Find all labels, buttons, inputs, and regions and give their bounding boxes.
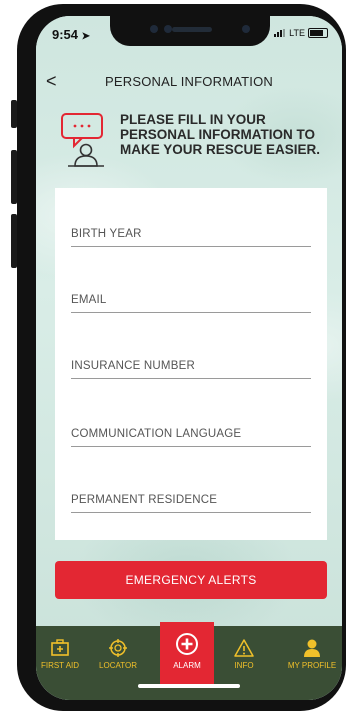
personal-info-form: BIRTH YEAR EMAIL INSURANCE NUMBER COMMUN…	[55, 188, 327, 540]
sensor-dot	[150, 25, 158, 33]
birth-year-field[interactable]: BIRTH YEAR	[71, 220, 311, 247]
plus-circle-icon	[176, 633, 198, 655]
nav-header: < PERSONAL INFORMATION	[36, 71, 342, 95]
emergency-alerts-button[interactable]: EMERGENCY ALERTS	[55, 561, 327, 599]
network-label: LTE	[289, 28, 305, 38]
tab-my-profile-label: MY PROFILE	[287, 661, 337, 670]
email-field[interactable]: EMAIL	[71, 286, 311, 313]
tab-locator[interactable]: LOCATOR	[92, 638, 144, 670]
status-time: 9:54 ➤	[52, 27, 90, 42]
app-screen: 9:54 ➤ LTE < PERSONAL INFORMATION PLEASE…	[36, 16, 342, 700]
home-indicator	[138, 684, 240, 688]
tab-first-aid-label: FIRST AID	[40, 661, 80, 670]
permanent-residence-field[interactable]: PERMANENT RESIDENCE	[71, 486, 311, 513]
status-time-text: 9:54	[52, 27, 79, 42]
warning-icon	[234, 639, 254, 657]
battery-icon	[308, 28, 328, 38]
permanent-residence-placeholder: PERMANENT RESIDENCE	[71, 494, 218, 506]
tab-info-label: INFO	[234, 661, 254, 670]
signal-icon	[274, 29, 286, 37]
speaker-grille	[172, 27, 212, 32]
notch	[110, 16, 270, 46]
tab-alarm[interactable]: ALARM	[160, 622, 214, 686]
tab-alarm-label: ALARM	[173, 661, 201, 670]
email-placeholder: EMAIL	[71, 294, 107, 306]
location-arrow-icon: ➤	[81, 31, 91, 42]
first-aid-kit-icon	[51, 639, 69, 656]
communication-language-placeholder: COMMUNICATION LANGUAGE	[71, 428, 242, 440]
page-title: PERSONAL INFORMATION	[105, 74, 273, 89]
person-icon	[304, 639, 320, 657]
chat-person-icon	[61, 113, 104, 167]
insurance-number-placeholder: INSURANCE NUMBER	[71, 360, 195, 372]
status-indicators: LTE	[274, 28, 328, 38]
crosshair-icon	[109, 639, 127, 657]
tab-my-profile[interactable]: MY PROFILE	[282, 638, 342, 670]
tab-locator-label: LOCATOR	[99, 661, 137, 670]
intro-section: PLEASE FILL IN YOUR PERSONAL INFORMATION…	[56, 110, 336, 180]
communication-language-field[interactable]: COMMUNICATION LANGUAGE	[71, 420, 311, 447]
tab-first-aid[interactable]: FIRST AID	[36, 638, 86, 670]
birth-year-placeholder: BIRTH YEAR	[71, 228, 142, 240]
tab-info[interactable]: INFO	[218, 638, 270, 670]
insurance-number-field[interactable]: INSURANCE NUMBER	[71, 352, 311, 379]
sensor-dot	[164, 25, 172, 33]
intro-text: PLEASE FILL IN YOUR PERSONAL INFORMATION…	[120, 112, 321, 157]
camera-dot	[242, 25, 250, 33]
